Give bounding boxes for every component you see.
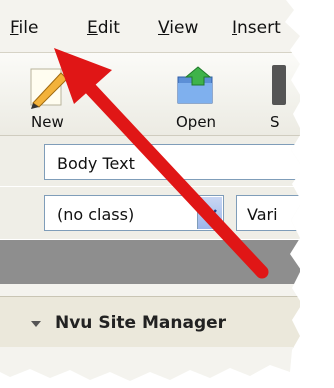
nvu-window-screenshot: File Edit View Insert New Open S Body Te… — [0, 0, 334, 388]
red-arrow-icon — [54, 48, 269, 279]
torn-edge-crop: File Edit View Insert New Open S Body Te… — [0, 0, 303, 381]
